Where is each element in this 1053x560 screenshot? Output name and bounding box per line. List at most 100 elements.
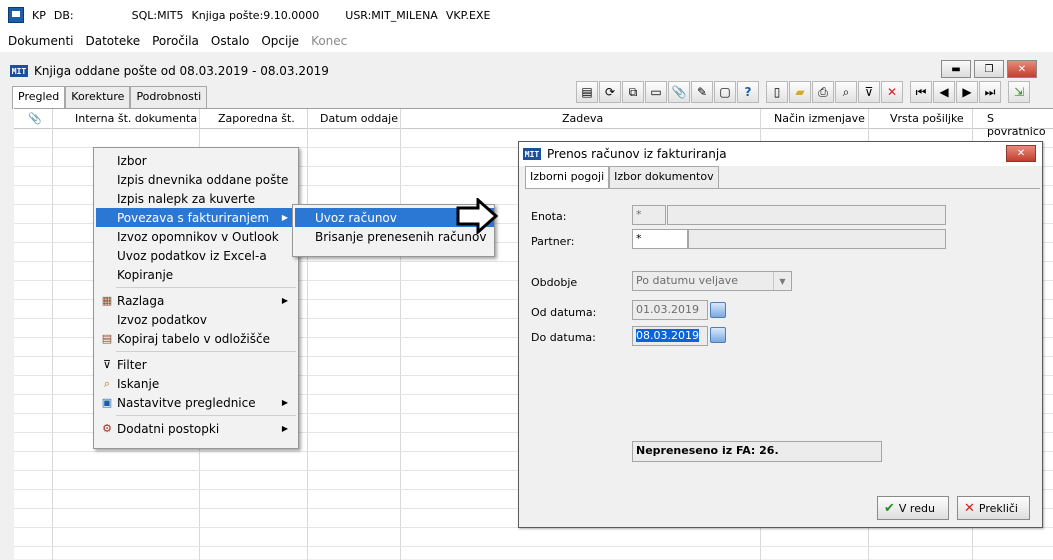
menu-dokumenti[interactable]: Dokumenti xyxy=(8,34,73,48)
menu-item-nastavitve[interactable]: ▣ Nastavitve preglednice ▶ xyxy=(96,393,296,412)
prev-record-icon[interactable]: ◀ xyxy=(933,81,955,103)
menu-item-label: Povezava s fakturiranjem xyxy=(117,210,270,225)
title-user: USR:MIT_MILENA xyxy=(345,8,438,22)
calendar-icon[interactable] xyxy=(710,302,726,318)
cancel-x-icon: ✕ xyxy=(964,500,975,516)
enota-code-field: * xyxy=(632,205,666,225)
calendar-icon[interactable] xyxy=(710,327,726,343)
menu-item-izpis-nalepk[interactable]: Izpis nalepk za kuverte xyxy=(96,189,296,208)
document-icon[interactable]: ▤ xyxy=(576,81,598,103)
filter-icon[interactable]: ⊽ xyxy=(858,81,880,103)
dialog-title-bar: MIT Prenos računov iz fakturiranja ✕ xyxy=(519,142,1042,166)
menubar: Dokumenti Datoteke Poročila Ostalo Opcij… xyxy=(0,30,1053,52)
menu-item-izpis-dnevnika[interactable]: Izpis dnevnika oddane pošte xyxy=(96,170,296,189)
menu-item-label: Kopiraj tabelo v odložišče xyxy=(117,331,270,346)
menu-item-dodatni[interactable]: ⚙ Dodatni postopki ▶ xyxy=(96,419,296,438)
menu-item-label: Izpis dnevnika oddane pošte xyxy=(117,172,289,187)
restore-button[interactable]: ❐ xyxy=(974,60,1004,78)
menu-item-povezava[interactable]: Povezava s fakturiranjem ▶ xyxy=(96,208,296,227)
tab-izbor-dokumentov[interactable]: Izbor dokumentov xyxy=(609,166,719,189)
delete-icon[interactable]: ✕ xyxy=(881,81,903,103)
submenu-arrow-icon: ▶ xyxy=(281,424,288,433)
menu-item-iskanje[interactable]: ⌕ Iskanje xyxy=(96,374,296,393)
menu-porocila[interactable]: Poročila xyxy=(152,34,199,48)
menu-item-label: Kopiranje xyxy=(117,267,174,282)
tab-izborni-pogoji[interactable]: Izborni pogoji xyxy=(525,166,610,189)
last-record-icon[interactable]: ⏭ xyxy=(979,81,1001,103)
magnifier-icon: ⌕ xyxy=(103,376,111,390)
col-zaporedna[interactable]: Zaporedna št. xyxy=(218,112,295,125)
menu-item-label: Razlaga xyxy=(117,293,165,308)
col-vrsta[interactable]: Vrsta pošiljke xyxy=(890,112,964,125)
edit-icon[interactable]: ✎ xyxy=(691,81,713,103)
app-title-bar: KP DB: SQL:MIT5 Knjiga pošte:9.10.0000 U… xyxy=(0,0,1053,30)
minimize-button[interactable]: ▬ xyxy=(941,60,971,78)
menu-item-razlaga[interactable]: ▦ Razlaga ▶ xyxy=(96,291,296,310)
menu-item-izvoz-opomnikov[interactable]: Izvoz opomnikov v Outlook xyxy=(96,227,296,246)
menu-item-label: Filter xyxy=(117,357,147,372)
grid-header: 📎 Interna št. dokumenta Zaporedna št. Da… xyxy=(14,109,1053,138)
open-folder-icon[interactable]: ▰ xyxy=(789,81,811,103)
toolbar: ▤ ⟳ ⧉ ▭ 📎 ✎ ▢ ? ▯ ▰ ⎙ ⌕ ⊽ ✕ ⏮ ◀ ▶ ⏭ ⇲ xyxy=(576,81,1030,105)
dialog-title: Prenos računov iz fakturiranja xyxy=(547,147,727,161)
app-icon xyxy=(8,7,24,23)
submenu-arrow-icon: ▶ xyxy=(281,213,288,222)
status-text: Nepreneseno iz FA: 26. xyxy=(632,441,882,462)
od-datuma-field[interactable]: 01.03.2019 xyxy=(632,300,708,320)
col-interna[interactable]: Interna št. dokumenta xyxy=(75,112,197,125)
new-icon[interactable]: ▯ xyxy=(766,81,788,103)
menu-item-uvoz-excel[interactable]: Uvoz podatkov iz Excel-a xyxy=(96,246,296,265)
ok-button[interactable]: ✔ V redu xyxy=(877,496,949,520)
col-datum[interactable]: Datum oddaje xyxy=(320,112,398,125)
menu-ostalo[interactable]: Ostalo xyxy=(211,34,249,48)
tab-podrobnosti[interactable]: Podrobnosti xyxy=(130,86,208,108)
menu-item-label: Nastavitve preglednice xyxy=(117,395,256,410)
breakdown-icon: ▦ xyxy=(101,294,113,307)
col-nacin[interactable]: Način izmenjave xyxy=(774,112,865,125)
menu-item-izbor[interactable]: Izbor xyxy=(96,151,296,170)
obdobje-label: Obdobje xyxy=(531,276,578,289)
help-icon[interactable]: ? xyxy=(737,81,759,103)
mit-logo: MIT xyxy=(523,148,541,160)
next-record-icon[interactable]: ▶ xyxy=(956,81,978,103)
refresh-icon[interactable]: ⟳ xyxy=(599,81,621,103)
menu-item-kopiranje[interactable]: Kopiranje xyxy=(96,265,296,284)
col-zadeva[interactable]: Zadeva xyxy=(562,112,603,125)
do-datuma-value: 08.03.2019 xyxy=(636,329,699,342)
dialog-close-button[interactable]: ✕ xyxy=(1006,145,1036,162)
transfer-dialog: MIT Prenos računov iz fakturiranja ✕ Izb… xyxy=(518,141,1043,528)
obdobje-select[interactable]: Po datumu veljave ▼ xyxy=(632,271,792,291)
menu-item-filter[interactable]: ⊽ Filter xyxy=(96,355,296,374)
close-button[interactable]: ✕ xyxy=(1007,60,1037,78)
do-datuma-field[interactable]: 08.03.2019 xyxy=(632,326,708,346)
menu-datoteke[interactable]: Datoteke xyxy=(85,34,140,48)
menu-item-izvoz-podatkov[interactable]: Izvoz podatkov xyxy=(96,310,296,329)
menu-item-label: Izvoz podatkov xyxy=(117,312,207,327)
copy-icon[interactable]: ⧉ xyxy=(622,81,644,103)
child-tabs: Pregled Korekture Podrobnosti xyxy=(12,86,208,109)
menu-opcije[interactable]: Opcije xyxy=(261,34,299,48)
title-app: KP xyxy=(32,8,46,22)
tab-korekture[interactable]: Korekture xyxy=(65,86,131,108)
do-datuma-label: Do datuma: xyxy=(531,331,596,344)
title-db: DB: xyxy=(53,8,74,22)
window-icon[interactable]: ▭ xyxy=(645,81,667,103)
exit-icon[interactable]: ⇲ xyxy=(1008,81,1030,103)
partner-code-field[interactable]: * xyxy=(632,229,688,249)
cancel-button[interactable]: ✕ Prekliči xyxy=(957,496,1030,520)
context-menu: Izbor Izpis dnevnika oddane pošte Izpis … xyxy=(93,147,299,449)
partner-name-field xyxy=(688,229,946,249)
checkmark-icon: ✔ xyxy=(884,500,895,516)
comment-icon[interactable]: ▢ xyxy=(714,81,736,103)
gears-icon: ⚙ xyxy=(102,422,112,435)
menu-item-label: Izvoz opomnikov v Outlook xyxy=(117,229,279,244)
menu-item-kopiraj-tabelo[interactable]: ▤ Kopiraj tabelo v odložišče xyxy=(96,329,296,348)
search-icon[interactable]: ⌕ xyxy=(835,81,857,103)
print-icon[interactable]: ⎙ xyxy=(812,81,834,103)
menu-item-label: Dodatni postopki xyxy=(117,421,220,436)
first-record-icon[interactable]: ⏮ xyxy=(910,81,932,103)
title-book: Knjiga pošte:9.10.0000 xyxy=(191,8,320,22)
col-povratnica[interactable]: S povratnico xyxy=(987,112,1053,138)
tab-pregled[interactable]: Pregled xyxy=(12,86,66,109)
attach-icon[interactable]: 📎 xyxy=(668,81,690,103)
